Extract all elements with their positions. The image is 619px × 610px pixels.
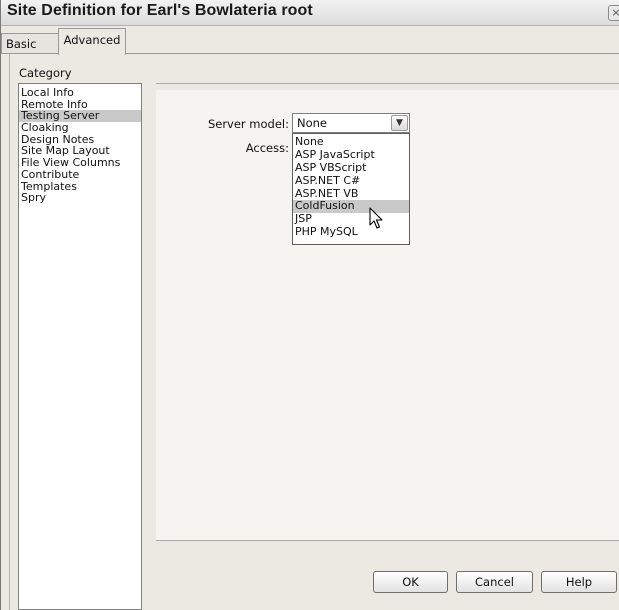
server-model-label: Server model:	[207, 117, 289, 131]
server-model-dropdown-list[interactable]: None ASP JavaScript ASP VBScript ASP.NET…	[292, 133, 410, 245]
tab-basic[interactable]: Basic	[1, 33, 59, 54]
cancel-button[interactable]: Cancel	[456, 571, 533, 593]
ok-button[interactable]: OK	[373, 571, 448, 593]
dropdown-option-php-mysql[interactable]: PHP MySQL	[293, 225, 409, 239]
help-button[interactable]: Help	[541, 571, 617, 593]
dropdown-option-aspnet-csharp[interactable]: ASP.NET C#	[293, 174, 409, 188]
server-model-select[interactable]: None ▼	[292, 113, 410, 133]
title-bar[interactable]: Site Definition for Earl's Bowlateria ro…	[1, 0, 619, 26]
category-item-contribute[interactable]: Contribute	[19, 169, 141, 181]
category-item-local-info[interactable]: Local Info	[19, 87, 141, 99]
category-heading: Category	[19, 66, 72, 80]
window-title: Site Definition for Earl's Bowlateria ro…	[7, 2, 313, 19]
dropdown-option-none[interactable]: None	[293, 135, 409, 149]
access-label: Access:	[245, 141, 289, 155]
category-item-cloaking[interactable]: Cloaking	[19, 122, 141, 134]
chevron-down-icon[interactable]: ▼	[391, 115, 408, 131]
section-divider	[156, 540, 619, 541]
tab-divider	[125, 53, 619, 54]
mouse-pointer-icon	[369, 207, 383, 229]
tab-advanced[interactable]: Advanced	[58, 28, 126, 55]
category-item-spry[interactable]: Spry	[19, 192, 141, 204]
server-model-value: None	[297, 116, 328, 130]
site-definition-dialog: Site Definition for Earl's Bowlateria ro…	[0, 0, 619, 610]
close-icon[interactable]: ×	[608, 5, 619, 21]
dropdown-option-asp-javascript[interactable]: ASP JavaScript	[293, 148, 409, 162]
panel-border	[9, 54, 10, 610]
tab-strip: Basic Advanced	[1, 26, 619, 55]
category-list[interactable]: Local Info Remote Info Testing Server Cl…	[18, 83, 142, 610]
section-divider	[156, 83, 619, 84]
dropdown-option-asp-vbscript[interactable]: ASP VBScript	[293, 161, 409, 175]
